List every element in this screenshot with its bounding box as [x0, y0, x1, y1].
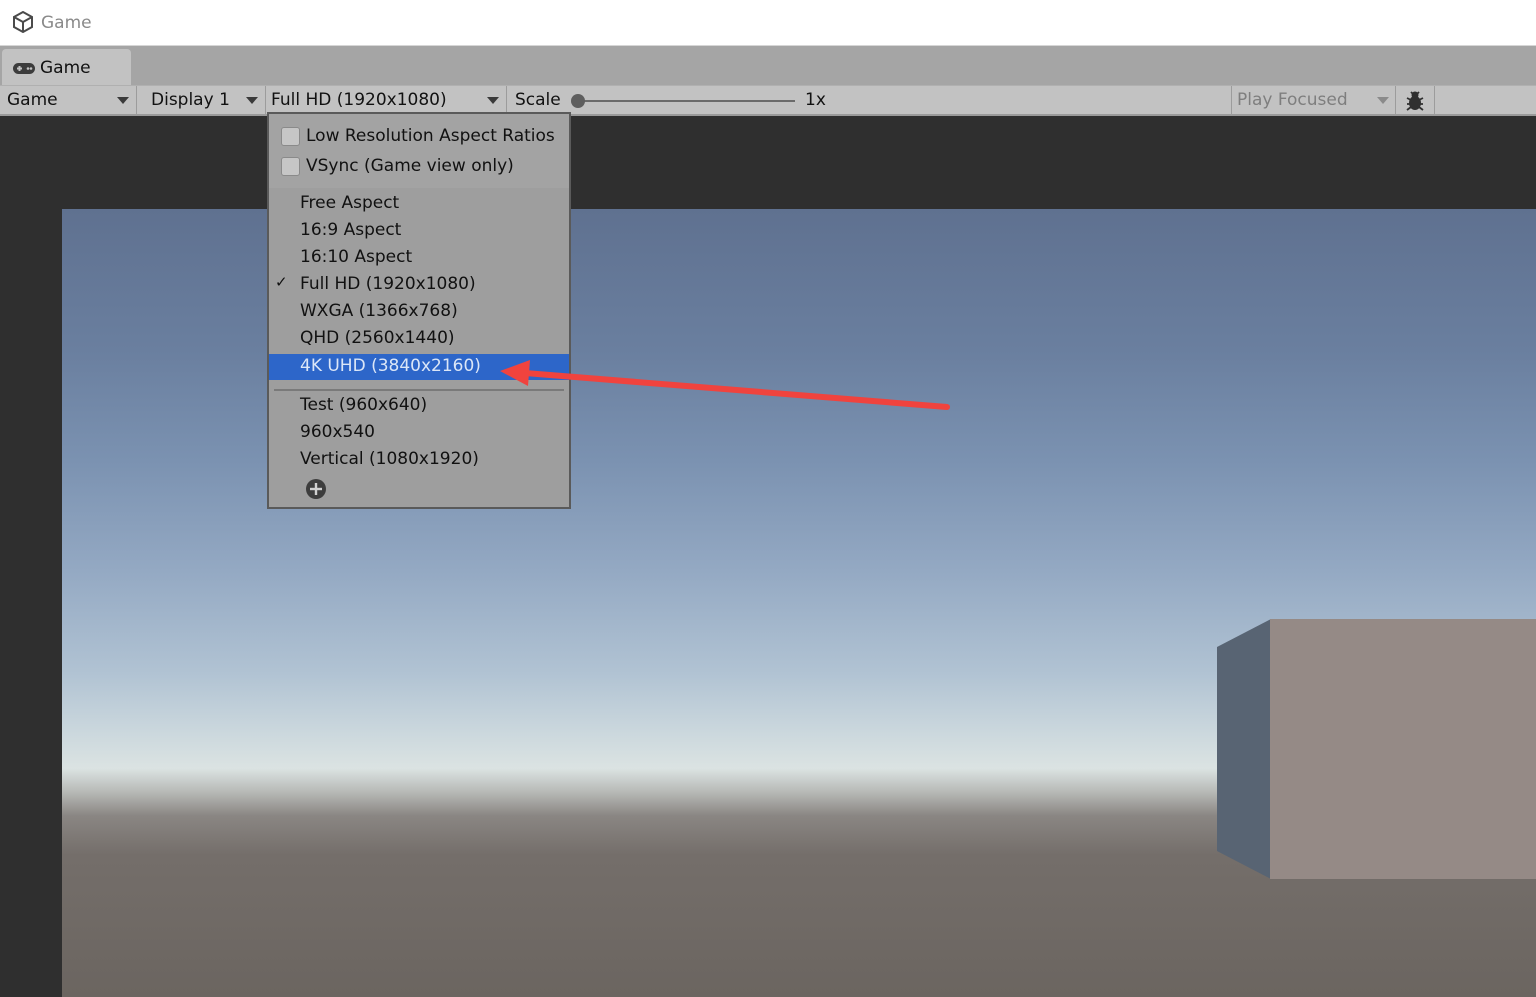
- window-title: Game: [41, 13, 92, 33]
- resolution-dropdown[interactable]: Full HD (1920x1080): [266, 86, 506, 115]
- bug-icon: [1406, 91, 1424, 111]
- chevron-down-icon: [487, 97, 499, 104]
- menu-item-label: 16:10 Aspect: [300, 247, 413, 267]
- menu-item-label: Free Aspect: [300, 193, 400, 213]
- game-view-toolbar: Game Display 1 Full HD (1920x1080) Scale…: [0, 85, 1536, 116]
- tab-game[interactable]: Game: [2, 49, 131, 85]
- menu-item-label: WXGA (1366x768): [300, 301, 458, 321]
- menu-separator: [274, 389, 564, 391]
- scale-value: 1x: [805, 90, 826, 110]
- menu-item-label: Vertical (1080x1920): [300, 449, 479, 469]
- resolution-label: Full HD (1920x1080): [271, 90, 447, 110]
- menu-item-16-9-aspect[interactable]: 16:9 Aspect: [269, 218, 569, 244]
- chevron-down-icon: [246, 97, 258, 104]
- plus-circle-icon[interactable]: [305, 478, 327, 500]
- menu-item-label: 16:9 Aspect: [300, 220, 402, 240]
- menu-item-free-aspect[interactable]: Free Aspect: [269, 191, 569, 217]
- scale-label: Scale: [515, 90, 561, 110]
- tab-label: Game: [40, 58, 91, 78]
- checkbox[interactable]: [281, 127, 300, 146]
- display-dropdown[interactable]: Display 1: [137, 86, 265, 115]
- toolbar-divider: [506, 86, 507, 115]
- low-resolution-option[interactable]: Low Resolution Aspect Ratios: [269, 125, 569, 155]
- menu-item-qhd[interactable]: QHD (2560x1440): [269, 326, 569, 352]
- menu-item-custom-960x540[interactable]: 960x540: [269, 420, 569, 446]
- view-mode-label: Game: [7, 90, 58, 110]
- menu-item-label: Test (960x640): [300, 395, 428, 415]
- play-mode-dropdown[interactable]: Play Focused: [1232, 86, 1395, 115]
- cube-side-face: [1217, 619, 1271, 879]
- gamepad-icon: [13, 63, 35, 74]
- chevron-down-icon: [117, 97, 129, 104]
- scale-slider-track[interactable]: [579, 100, 795, 102]
- menu-item-full-hd[interactable]: ✓ Full HD (1920x1080): [269, 272, 569, 298]
- option-label: VSync (Game view only): [306, 156, 514, 176]
- menu-item-16-10-aspect[interactable]: 16:10 Aspect: [269, 245, 569, 271]
- checkbox[interactable]: [281, 157, 300, 176]
- play-mode-label: Play Focused: [1237, 90, 1348, 110]
- menu-item-label: Full HD (1920x1080): [300, 274, 476, 294]
- unity-logo-icon: [13, 11, 33, 33]
- checkmark-icon: ✓: [275, 273, 288, 291]
- unity-game-window: Game Game Game Display 1 Full HD (1920x1…: [0, 0, 1536, 997]
- view-mode-dropdown[interactable]: Game: [0, 86, 136, 115]
- toolbar-divider: [1434, 86, 1435, 115]
- menu-item-wxga[interactable]: WXGA (1366x768): [269, 299, 569, 325]
- display-label: Display 1: [151, 90, 230, 110]
- cube-front-face: [1270, 619, 1536, 879]
- debug-toggle-button[interactable]: [1396, 86, 1434, 115]
- menu-item-4k-uhd[interactable]: 4K UHD (3840x2160): [269, 354, 569, 380]
- option-label: Low Resolution Aspect Ratios: [306, 126, 555, 146]
- tab-strip: Game: [0, 46, 1536, 85]
- menu-item-custom-test[interactable]: Test (960x640): [269, 393, 569, 419]
- scale-slider-thumb[interactable]: [571, 94, 585, 108]
- menu-item-label: 4K UHD (3840x2160): [300, 356, 481, 376]
- menu-item-label: 960x540: [300, 422, 375, 442]
- vsync-option[interactable]: VSync (Game view only): [269, 155, 569, 185]
- chevron-down-icon: [1377, 97, 1389, 104]
- title-bar: Game: [0, 0, 1536, 46]
- resolution-menu: Low Resolution Aspect Ratios VSync (Game…: [267, 112, 571, 509]
- menu-item-custom-vertical[interactable]: Vertical (1080x1920): [269, 447, 569, 473]
- menu-item-label: QHD (2560x1440): [300, 328, 455, 348]
